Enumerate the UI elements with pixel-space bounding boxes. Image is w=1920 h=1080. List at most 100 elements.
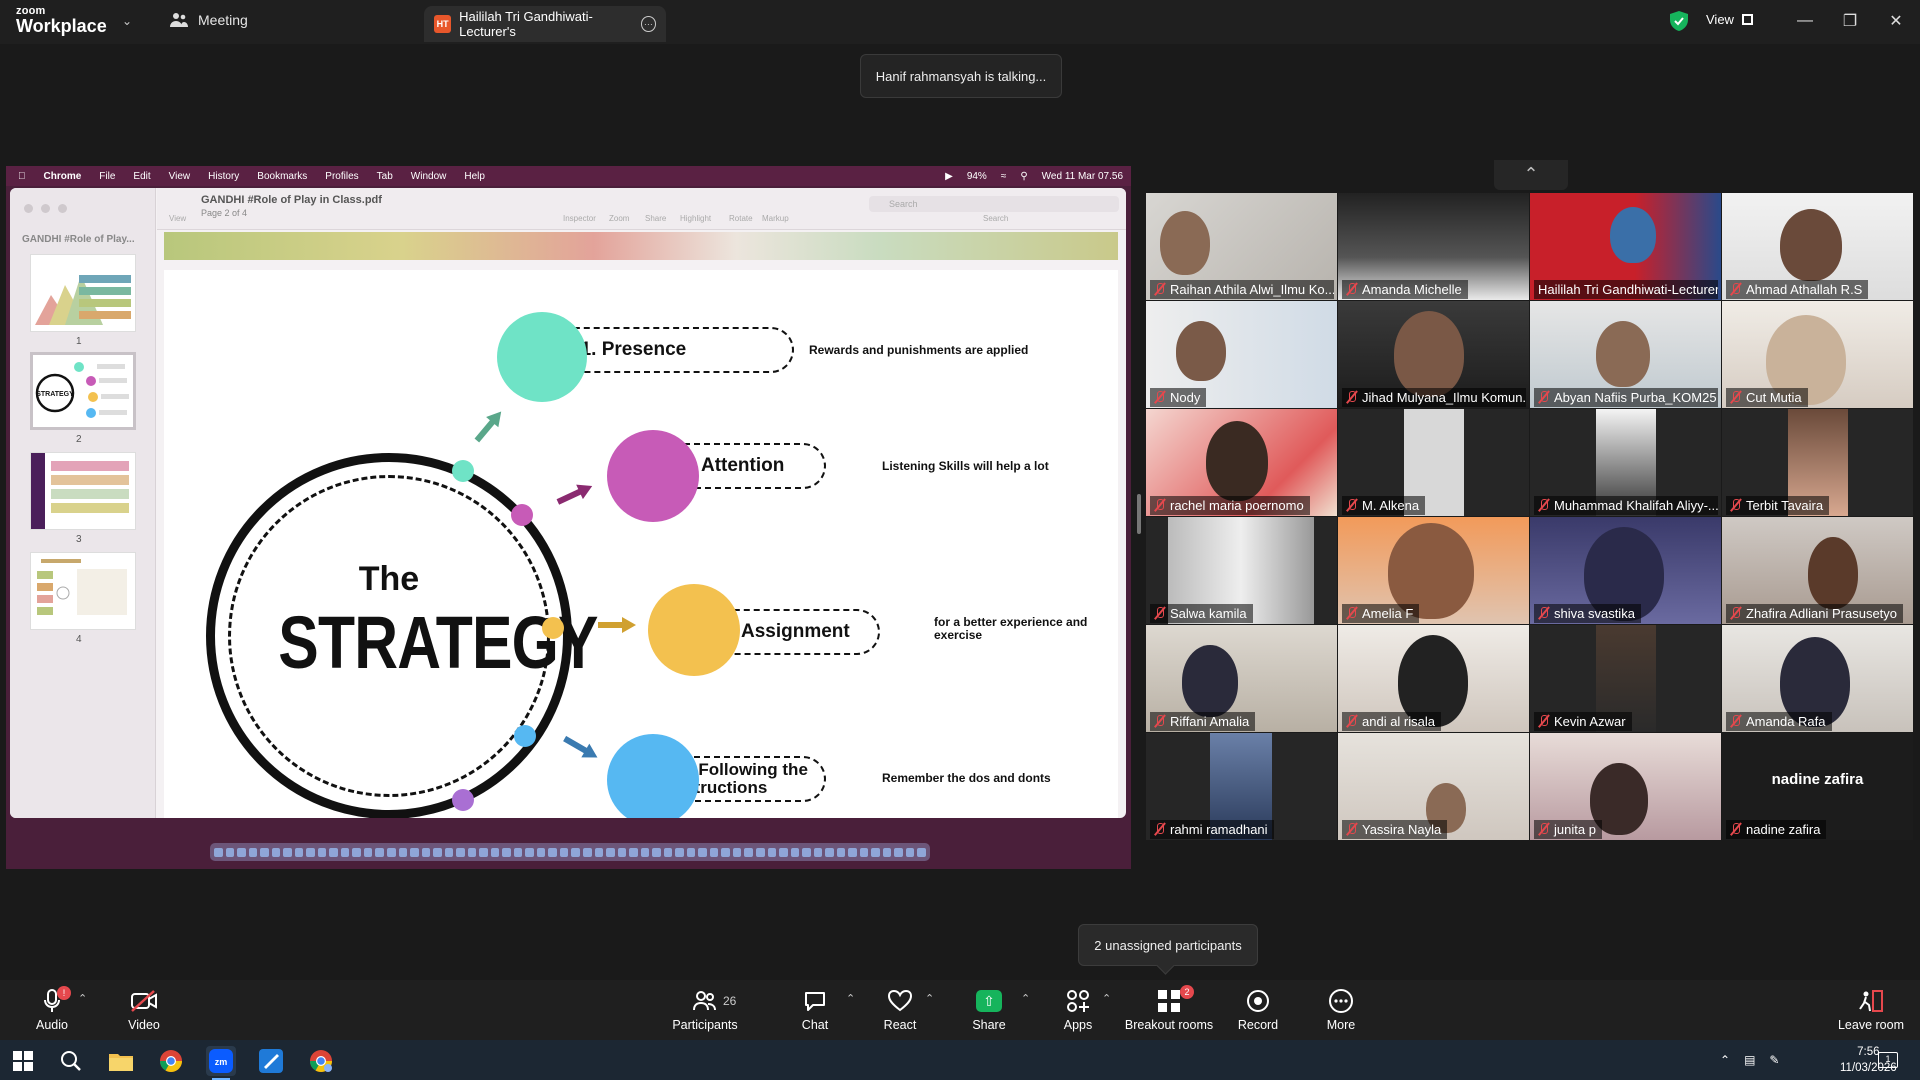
participant-name-tag: Haililah Tri Gandhiwati-Lecturer (1534, 280, 1718, 299)
participant-tile[interactable]: Nody (1146, 301, 1337, 408)
video-button[interactable]: Video (99, 988, 189, 1032)
video-person (1182, 645, 1238, 717)
tab-meeting[interactable]: Meeting (170, 12, 248, 28)
more-options-icon[interactable]: ··· (640, 16, 656, 32)
participant-tile[interactable]: Kevin Azwar (1530, 625, 1721, 732)
pen-icon[interactable]: ✎ (1769, 1053, 1779, 1067)
menu-view: View (161, 170, 191, 182)
share-options-chevron-icon[interactable]: ⌃ (1021, 992, 1030, 1005)
participants-label: Participants (672, 1018, 738, 1032)
view-button[interactable]: View (1706, 12, 1753, 27)
breakout-rooms-button[interactable]: 2 Breakout rooms (1122, 985, 1216, 1032)
search-icon[interactable] (56, 1046, 86, 1076)
system-tray: ⌃ ▤ ✎ (1720, 1040, 1779, 1080)
chrome-icon[interactable] (156, 1046, 186, 1076)
leave-room-label: Leave room (1837, 1018, 1904, 1032)
zoom-logo: zoom Workplace (16, 6, 107, 36)
participant-tile[interactable]: Jihad Mulyana_Ilmu Komun... (1338, 301, 1529, 408)
audio-options-chevron-icon[interactable]: ⌃ (78, 992, 87, 1005)
step-2-circle (607, 430, 699, 522)
page-number-4: 4 (76, 634, 82, 645)
tab-meeting-label: Meeting (198, 12, 248, 28)
participant-name: andi al risala (1362, 714, 1435, 729)
participant-tile[interactable]: Muhammad Khalifah Aliyy-... (1530, 409, 1721, 516)
more-icon (1329, 989, 1353, 1013)
participant-tile[interactable]: Terbit Tavaira (1722, 409, 1913, 516)
participant-tile[interactable]: shiva svastika (1530, 517, 1721, 624)
participant-tile[interactable]: Ahmad Athallah R.S (1722, 193, 1913, 300)
zoom-taskbar-icon[interactable]: zm (206, 1046, 236, 1080)
participant-tile[interactable]: Abyan Nafiis Purba_KOM25 (1530, 301, 1721, 408)
windows-start-icon[interactable] (8, 1046, 38, 1076)
participant-name-tag: Riffani Amalia (1150, 712, 1256, 731)
participant-tile[interactable]: andi al risala (1338, 625, 1529, 732)
shared-screen[interactable]:  Chrome File Edit View History Bookmark… (6, 166, 1131, 869)
mic-muted-icon (1346, 715, 1357, 728)
restore-button[interactable]: ❐ (1830, 8, 1870, 34)
tab-screen-share[interactable]: HT Haililah Tri Gandhiwati-Lecturer's ··… (424, 6, 666, 42)
participant-tile[interactable]: Amelia F (1338, 517, 1529, 624)
participant-name: Haililah Tri Gandhiwati-Lecturer (1538, 282, 1718, 297)
participant-tile[interactable]: rahmi ramadhani (1146, 733, 1337, 840)
participant-name: Ahmad Athallah R.S (1746, 282, 1863, 297)
network-icon[interactable]: ▤ (1744, 1053, 1755, 1067)
participant-tile[interactable]: Zhafira Adliani Prasusetyo (1722, 517, 1913, 624)
participant-name: rachel maria poernomo (1170, 498, 1304, 513)
menu-edit: Edit (125, 170, 150, 182)
chevron-down-icon[interactable]: ⌄ (122, 14, 132, 28)
chat-options-chevron-icon[interactable]: ⌃ (846, 992, 855, 1005)
mic-muted-icon (1538, 823, 1549, 836)
participant-tile[interactable]: Cut Mutia (1722, 301, 1913, 408)
participant-tile[interactable]: Raihan Athila Alwi_Ilmu Ko... (1146, 193, 1337, 300)
chrome-profile-icon[interactable] (306, 1046, 336, 1076)
participant-tile[interactable]: M. Alkena (1338, 409, 1529, 516)
participant-name: Kevin Azwar (1554, 714, 1626, 729)
video-person (1160, 211, 1210, 275)
apps-options-chevron-icon[interactable]: ⌃ (1102, 992, 1111, 1005)
more-button[interactable]: More (1296, 988, 1386, 1032)
step-1-pill: 01. Presence (554, 327, 794, 373)
participant-name: Cut Mutia (1746, 390, 1802, 405)
react-options-chevron-icon[interactable]: ⌃ (925, 992, 934, 1005)
participant-tile[interactable]: Yassira Nayla (1338, 733, 1529, 840)
participant-tile[interactable]: rachel maria poernomo (1146, 409, 1337, 516)
document-title: GANDHI #Role of Play in Class.pdf (201, 194, 382, 206)
record-icon (1247, 990, 1269, 1012)
participant-name: Amanda Rafa (1746, 714, 1826, 729)
security-shield-icon[interactable] (1670, 11, 1688, 31)
participants-button[interactable]: Participants (660, 988, 750, 1032)
participant-tile[interactable]: Amanda Rafa (1722, 625, 1913, 732)
participant-name: Salwa kamila (1170, 606, 1247, 621)
notification-center-icon[interactable]: 1 (1878, 1040, 1898, 1080)
menu-window: Window (403, 170, 447, 182)
show-hidden-icons-chevron-icon[interactable]: ⌃ (1720, 1053, 1730, 1067)
chat-label: Chat (801, 1018, 829, 1032)
participant-tile[interactable]: Salwa kamila (1146, 517, 1337, 624)
step-1-description: Rewards and punishments are applied (809, 343, 1029, 357)
record-button[interactable]: Record (1213, 988, 1303, 1032)
preview-sidebar: GANDHI #Role of Play... 1 STRATEGY 2 3 4 (10, 188, 156, 818)
tool-inspector: Inspector (563, 214, 596, 223)
participant-name-tag: M. Alkena (1342, 496, 1426, 515)
participant-name-tag: rachel maria poernomo (1150, 496, 1310, 515)
participant-tile[interactable]: Amanda Michelle (1338, 193, 1529, 300)
split-resize-handle[interactable] (1137, 494, 1141, 534)
participant-tile[interactable]: nadine zafira nadine zafira (1722, 733, 1913, 840)
share-screen-icon: ⇧ (976, 990, 1002, 1012)
participant-tile[interactable]: junita p (1530, 733, 1721, 840)
participant-tile[interactable]: Haililah Tri Gandhiwati-Lecturer (1530, 193, 1721, 300)
tool-search-label: Search (983, 214, 1009, 223)
more-label: More (1326, 1018, 1356, 1032)
participant-name-tag: Amanda Rafa (1726, 712, 1832, 731)
participant-tile[interactable]: Riffani Amalia (1146, 625, 1337, 732)
close-button[interactable]: ✕ (1876, 8, 1916, 34)
step-3-circle (648, 584, 740, 676)
collapse-gallery-button[interactable]: ⌃ (1494, 160, 1568, 190)
file-explorer-icon[interactable] (106, 1046, 136, 1076)
leave-room-button[interactable]: Leave room (1826, 988, 1916, 1032)
whiteboard-app-icon[interactable] (256, 1046, 286, 1076)
mic-muted-icon (1346, 283, 1357, 296)
minimize-button[interactable]: — (1785, 8, 1825, 34)
mic-muted-icon (1730, 823, 1741, 836)
video-person (1394, 311, 1464, 397)
